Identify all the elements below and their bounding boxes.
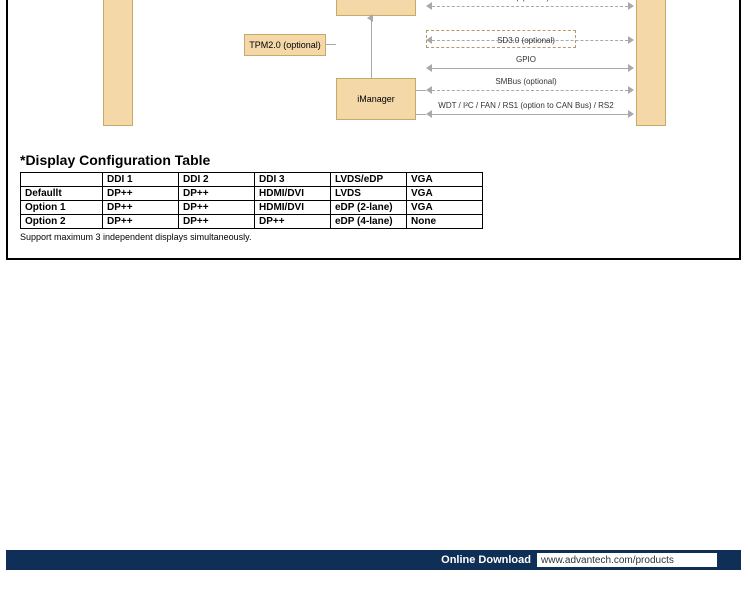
imanager-label: iManager [357,94,395,104]
th-1: DDI 1 [103,173,179,187]
left-block [103,0,133,126]
table-header-row: DDI 1 DDI 2 DDI 3 LVDS/eDP VGA [21,173,483,187]
footer-label: Online Download [441,554,537,566]
bus-label-0: I²C (optional) [426,0,626,2]
footer-bar: Online Download www.advantech.com/produc… [6,550,741,570]
tpm-label: TPM2.0 (optional) [249,40,321,50]
bus-label-2: GPIO [426,55,626,64]
th-0 [21,173,103,187]
bus-label-1: SD3.0 (optional) [426,36,626,45]
right-block [636,0,666,126]
th-3: DDI 3 [255,173,331,187]
th-5: VGA [407,173,483,187]
table-row: Defaullt DP++ DP++ HDMI/DVI LVDS VGA [21,187,483,201]
th-2: DDI 2 [179,173,255,187]
table-row: Option 1 DP++ DP++ HDMI/DVI eDP (2-lane)… [21,201,483,215]
table-title: *Display Configuration Table [20,152,210,168]
table-note: Support maximum 3 independent displays s… [20,232,251,242]
table-row: Option 2 DP++ DP++ DP++ eDP (4-lane) Non… [21,215,483,229]
th-4: LVDS/eDP [331,173,407,187]
bus-label-4: WDT / I²C / FAN / RS1 (option to CAN Bus… [426,101,626,110]
imanager-block: iManager [336,78,416,120]
block-diagram: TPM2.0 (optional) iManager I²C (optional… [8,0,739,130]
footer-url[interactable]: www.advantech.com/products [537,553,717,567]
display-config-table: DDI 1 DDI 2 DDI 3 LVDS/eDP VGA Defaullt … [20,172,483,229]
mid-block [336,0,416,16]
bus-label-3: SMBus (optional) [426,77,626,86]
tpm-block: TPM2.0 (optional) [244,34,326,56]
